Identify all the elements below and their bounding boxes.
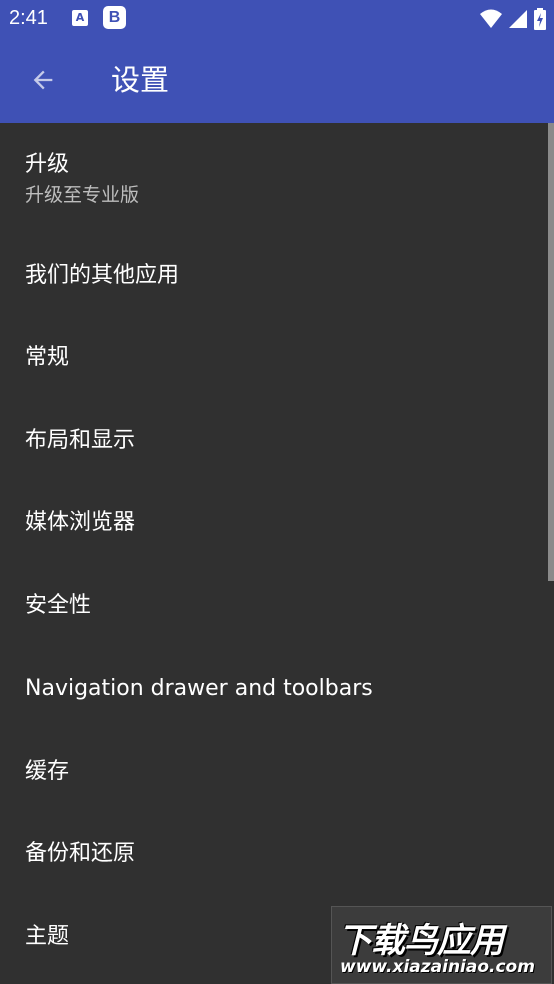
settings-item-label: 主题 (25, 924, 70, 949)
watermark-url: www.xiazainiao.com (340, 957, 535, 977)
page-title: 设置 (111, 63, 170, 97)
notification-a-label: A (75, 11, 85, 24)
watermark-logo: 下载鸟应用 www.xiazainiao.com (331, 906, 552, 984)
notification-b-icon: B (103, 6, 126, 29)
settings-item-other-apps[interactable]: 我们的其他应用 (0, 233, 548, 316)
scrollbar[interactable] (548, 123, 554, 581)
settings-item-label: 安全性 (25, 593, 92, 618)
watermark-title: 下载鸟应用 (338, 921, 504, 961)
settings-item-backup-restore[interactable]: 备份和还原 (0, 811, 548, 894)
settings-item-label: Navigation drawer and toolbars (25, 676, 373, 701)
back-button[interactable] (22, 59, 64, 101)
system-icons (480, 8, 546, 30)
wifi-icon (480, 9, 502, 28)
settings-list: 升级 升级至专业版 我们的其他应用 常规 布局和显示 媒体浏览器 安全性 Nav… (0, 123, 554, 984)
status-time: 2:41 (9, 7, 48, 29)
settings-item-navigation[interactable]: Navigation drawer and toolbars (0, 646, 548, 729)
settings-item-label: 媒体浏览器 (25, 510, 136, 535)
settings-item-general[interactable]: 常规 (0, 316, 548, 399)
settings-item-label: 常规 (25, 345, 70, 370)
settings-item-label: 我们的其他应用 (25, 263, 180, 288)
settings-item-media-browser[interactable]: 媒体浏览器 (0, 481, 548, 564)
status-bar: 2:41 A B (0, 0, 554, 38)
app-bar: 设置 (0, 38, 554, 123)
settings-item-cache[interactable]: 缓存 (0, 729, 548, 811)
settings-item-layout-display[interactable]: 布局和显示 (0, 399, 548, 481)
arrow-back-icon (33, 70, 53, 90)
battery-charging-icon (534, 8, 546, 30)
signal-icon (509, 10, 527, 28)
settings-item-label: 备份和还原 (25, 841, 136, 866)
settings-item-label: 缓存 (25, 759, 70, 784)
notification-b-label: B (108, 9, 121, 26)
settings-item-security[interactable]: 安全性 (0, 564, 548, 646)
settings-item-label: 升级 (25, 152, 70, 177)
notification-a-icon: A (72, 10, 88, 26)
settings-item-subtitle: 升级至专业版 (25, 184, 140, 206)
settings-item-upgrade[interactable]: 升级 升级至专业版 (0, 123, 548, 233)
settings-item-label: 布局和显示 (25, 428, 136, 453)
